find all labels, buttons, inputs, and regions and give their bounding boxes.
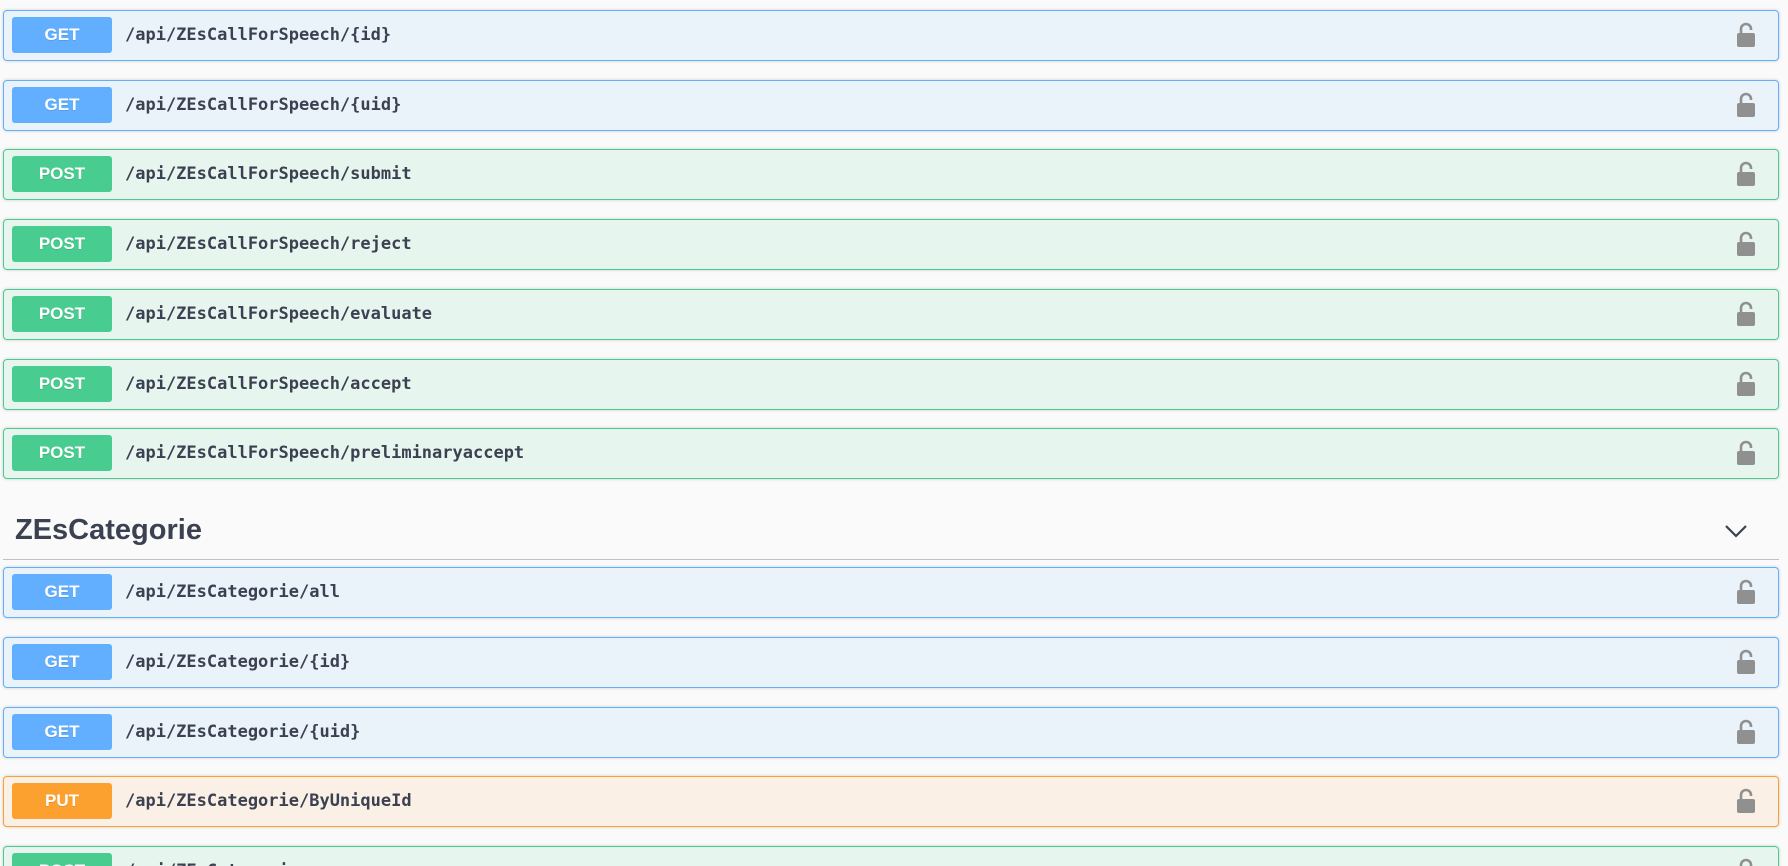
operation-get-categorie-uid[interactable]: GET /api/ZEsCategorie/{uid} [3, 707, 1779, 758]
method-badge: GET [12, 574, 112, 610]
swagger-operations-list: GET /api/ZEsCallForSpeech/{id} GET /api/… [0, 0, 1788, 866]
operation-put-categorie-byuniqueid[interactable]: PUT /api/ZEsCategorie/ByUniqueId [3, 776, 1779, 827]
unlocked-padlock-icon[interactable] [1736, 440, 1756, 466]
method-badge: POST [12, 296, 112, 332]
operation-get-categorie-all[interactable]: GET /api/ZEsCategorie/all [3, 567, 1779, 618]
operation-path: /api/ZEsCallForSpeech/{uid} [125, 95, 402, 115]
operation-path: /api/ZEsCallForSpeech/accept [125, 374, 412, 394]
operation-path: /api/ZEsCallForSpeech/preliminaryaccept [125, 443, 525, 463]
operation-path: /api/ZEsCategorie/all [125, 582, 340, 602]
operation-path: /api/ZEsCallForSpeech/reject [125, 234, 412, 254]
operation-path: /api/ZEsCategorie/ByUniqueId [125, 791, 412, 811]
unlocked-padlock-icon[interactable] [1736, 371, 1756, 397]
unlocked-padlock-icon[interactable] [1736, 579, 1756, 605]
operation-post-callforspeech-accept[interactable]: POST /api/ZEsCallForSpeech/accept [3, 359, 1779, 410]
tag-title: ZEsCategorie [15, 514, 202, 546]
operation-path: /api/ZEsCallForSpeech/evaluate [125, 304, 433, 324]
method-badge: GET [12, 17, 112, 53]
operation-post-categorie[interactable]: POST /api/ZEsCategorie [3, 846, 1779, 866]
unlocked-padlock-icon[interactable] [1736, 161, 1756, 187]
operation-path: /api/ZEsCategorie/{id} [125, 652, 351, 672]
unlocked-padlock-icon[interactable] [1736, 719, 1756, 745]
operation-path: /api/ZEsCategorie/{uid} [125, 722, 361, 742]
operation-post-callforspeech-submit[interactable]: POST /api/ZEsCallForSpeech/submit [3, 149, 1779, 200]
method-badge: POST [12, 366, 112, 402]
tag-header-zescategorie[interactable]: ZEsCategorie [3, 500, 1779, 560]
operation-path: /api/ZEsCallForSpeech/{id} [125, 25, 392, 45]
method-badge: POST [12, 435, 112, 471]
operation-post-callforspeech-preliminaryaccept[interactable]: POST /api/ZEsCallForSpeech/preliminaryac… [3, 428, 1779, 479]
chevron-down-icon[interactable] [1723, 518, 1749, 544]
operation-post-callforspeech-evaluate[interactable]: POST /api/ZEsCallForSpeech/evaluate [3, 289, 1779, 340]
operation-path: /api/ZEsCallForSpeech/submit [125, 164, 412, 184]
unlocked-padlock-icon[interactable] [1736, 92, 1756, 118]
unlocked-padlock-icon[interactable] [1736, 231, 1756, 257]
operation-get-callforspeech-id[interactable]: GET /api/ZEsCallForSpeech/{id} [3, 10, 1779, 61]
unlocked-padlock-icon[interactable] [1736, 858, 1756, 866]
method-badge: POST [12, 853, 112, 866]
unlocked-padlock-icon[interactable] [1736, 788, 1756, 814]
method-badge: GET [12, 87, 112, 123]
operation-post-callforspeech-reject[interactable]: POST /api/ZEsCallForSpeech/reject [3, 219, 1779, 270]
method-badge: GET [12, 714, 112, 750]
method-badge: POST [12, 156, 112, 192]
operation-get-categorie-id[interactable]: GET /api/ZEsCategorie/{id} [3, 637, 1779, 688]
method-badge: PUT [12, 783, 112, 819]
unlocked-padlock-icon[interactable] [1736, 301, 1756, 327]
method-badge: POST [12, 226, 112, 262]
operation-path: /api/ZEsCategorie [125, 847, 299, 866]
operation-get-callforspeech-uid[interactable]: GET /api/ZEsCallForSpeech/{uid} [3, 80, 1779, 131]
unlocked-padlock-icon[interactable] [1736, 649, 1756, 675]
unlocked-padlock-icon[interactable] [1736, 22, 1756, 48]
method-badge: GET [12, 644, 112, 680]
